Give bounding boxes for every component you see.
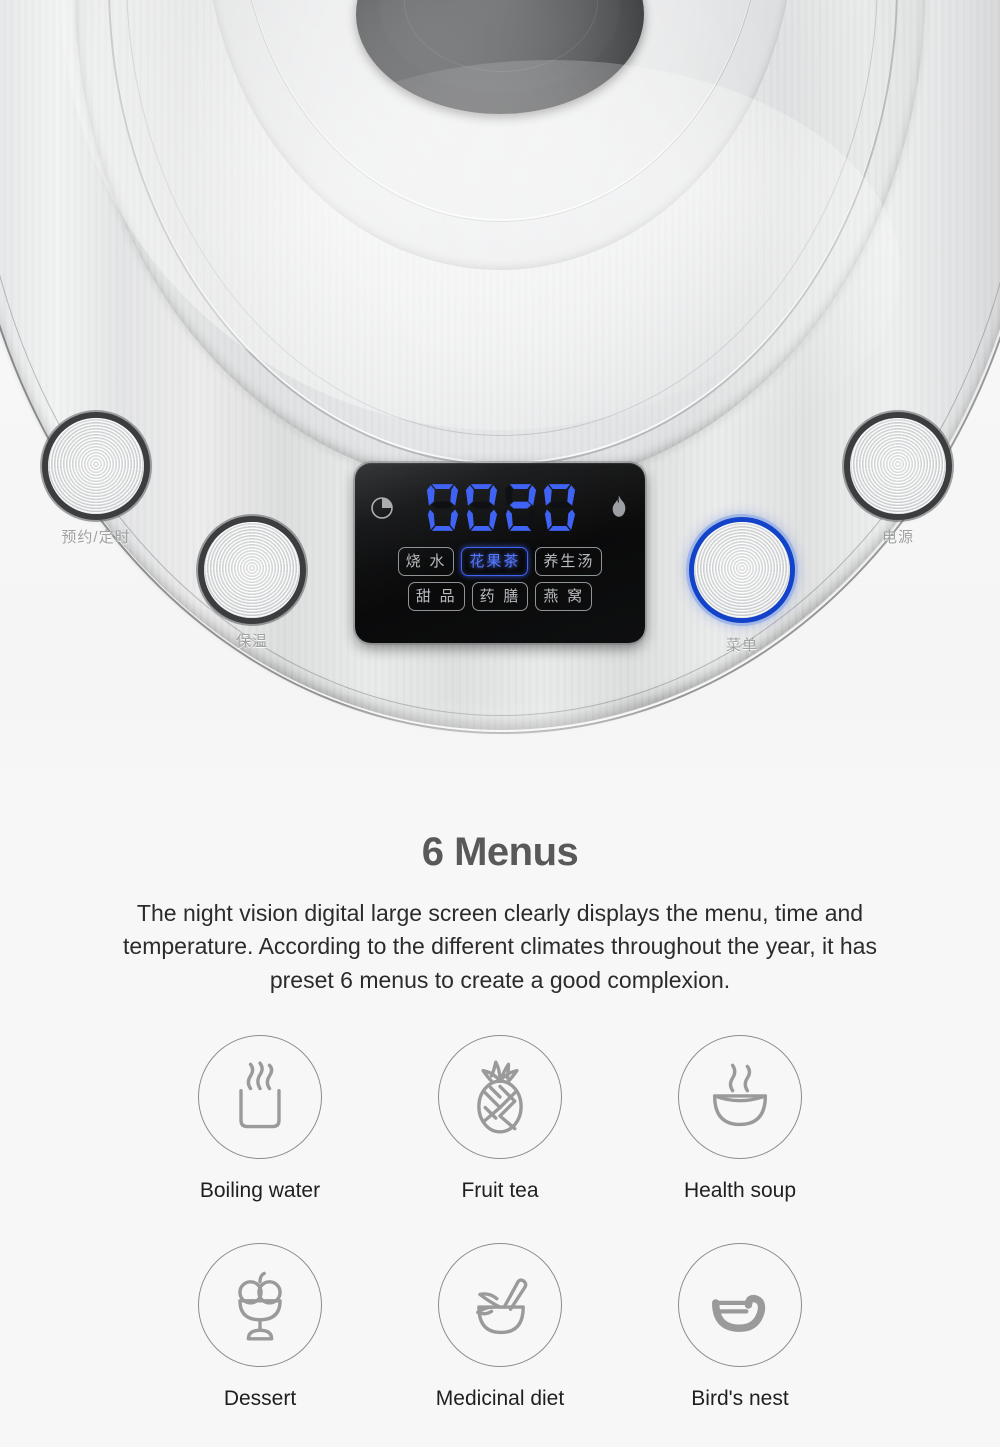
product-feature-page: 预约/定时 保温 菜单 电源 烧 水 花果茶 养生汤 甜 品 药 膳 燕 窝 6… xyxy=(0,0,1000,1447)
button-power[interactable]: 电源 xyxy=(850,418,946,546)
flame-icon xyxy=(612,495,626,517)
lcd-menu-pill[interactable]: 药 膳 xyxy=(471,582,529,611)
button-menu[interactable]: 菜单 xyxy=(694,522,790,654)
feature-grid: Boiling water Fruit tea Health soup Dess… xyxy=(140,1035,860,1411)
feature-icon-circle xyxy=(678,1243,802,1368)
button-timer-label: 预约/定时 xyxy=(61,529,131,546)
lcd-top-row xyxy=(355,477,645,539)
lcd-menu-pill[interactable]: 燕 窝 xyxy=(535,582,593,611)
feature-item: Medicinal diet xyxy=(380,1243,620,1411)
lcd-display-panel[interactable]: 烧 水花果茶 养生汤 甜 品药 膳燕 窝 xyxy=(355,463,645,643)
lcd-digit xyxy=(543,484,575,531)
lcd-menu-pill[interactable]: 甜 品 xyxy=(407,582,465,611)
product-photo: 预约/定时 保温 菜单 电源 烧 水 花果茶 养生汤 甜 品 药 膳 燕 窝 xyxy=(0,0,1000,800)
lcd-menu-pill[interactable]: 烧 水 xyxy=(397,547,455,576)
birds-nest-icon xyxy=(712,1294,766,1332)
button-menu-disc[interactable] xyxy=(694,522,790,618)
lcd-menu-pill[interactable]: 花果茶 xyxy=(461,547,529,576)
feature-label: Dessert xyxy=(223,1387,297,1411)
feature-icon-circle xyxy=(678,1035,802,1160)
button-timer-disc[interactable] xyxy=(48,418,144,514)
lcd-menu-pills: 烧 水花果茶 养生汤 甜 品药 膳燕 窝 xyxy=(355,547,645,611)
steaming-bowl-icon xyxy=(712,1063,768,1127)
lcd-menu-pill[interactable]: 养生汤 xyxy=(535,547,603,576)
lcd-menu-row-2: 甜 品药 膳燕 窝 xyxy=(407,582,593,611)
content-section: 6 Menus The night vision digital large s… xyxy=(0,800,1000,1412)
feature-item: Boiling water xyxy=(140,1035,380,1203)
button-power-label: 电源 xyxy=(881,529,914,546)
mortar-pestle-icon xyxy=(476,1278,528,1335)
pineapple-icon xyxy=(477,1060,523,1134)
feature-label: Health soup xyxy=(683,1179,797,1203)
feature-label: Medicinal diet xyxy=(435,1387,565,1411)
ice-cream-sundae-icon xyxy=(238,1271,282,1341)
feature-item: Bird's nest xyxy=(620,1243,860,1411)
button-keep-warm-disc[interactable] xyxy=(204,522,300,618)
button-keep-warm-label: 保温 xyxy=(235,633,268,650)
lcd-digit xyxy=(504,484,536,531)
feature-item: Dessert xyxy=(140,1243,380,1411)
lcd-menu-row-1: 烧 水花果茶 养生汤 xyxy=(397,547,603,576)
button-menu-label: 菜单 xyxy=(725,637,758,654)
button-timer[interactable]: 预约/定时 xyxy=(48,418,144,546)
button-power-disc[interactable] xyxy=(850,418,946,514)
feature-item: Fruit tea xyxy=(380,1035,620,1203)
feature-icon-circle xyxy=(438,1035,562,1160)
clock-icon xyxy=(371,497,393,519)
lcd-digits xyxy=(425,480,578,536)
feature-label: Bird's nest xyxy=(691,1387,789,1411)
feature-icon-circle xyxy=(198,1243,322,1368)
feature-item: Health soup xyxy=(620,1035,860,1203)
feature-label: Boiling water xyxy=(199,1179,321,1203)
description-text: The night vision digital large screen cl… xyxy=(123,900,877,993)
page-title: 6 Menus xyxy=(421,830,579,874)
feature-icon-circle xyxy=(198,1035,322,1160)
button-keep-warm[interactable]: 保温 xyxy=(204,522,300,650)
feature-icon-circle xyxy=(438,1243,562,1368)
feature-label: Fruit tea xyxy=(461,1179,539,1203)
steaming-cup-icon xyxy=(239,1061,281,1129)
lcd-digit xyxy=(465,484,497,531)
lcd-digit xyxy=(426,484,458,531)
